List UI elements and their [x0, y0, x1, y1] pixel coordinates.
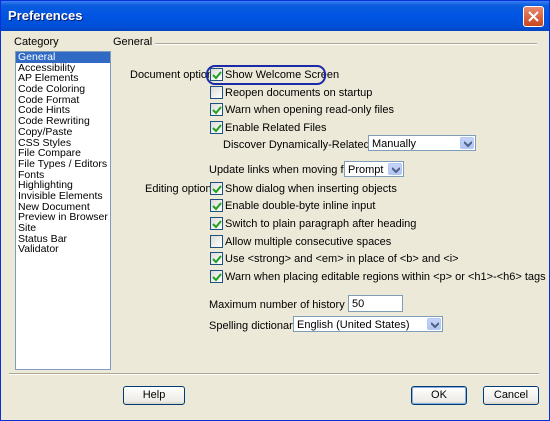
title-bar[interactable]: Preferences: [1, 1, 549, 31]
dropdown-button[interactable]: [388, 163, 402, 175]
discover-dropdown[interactable]: Manually: [368, 135, 476, 151]
highlight-ellipse: [206, 65, 326, 85]
category-item[interactable]: Validator: [16, 244, 110, 255]
panel-heading: General: [113, 36, 153, 48]
window-title: Preferences: [8, 8, 83, 23]
related-files-checkbox[interactable]: [210, 121, 223, 134]
bottom-divider: [9, 373, 539, 375]
update-links-label: Update links when moving files:: [209, 164, 364, 176]
help-button[interactable]: Help: [123, 386, 185, 405]
editing-options-label: Editing options:: [145, 183, 221, 195]
spelling-value: English (United States): [297, 319, 410, 331]
show-dialog-checkbox[interactable]: [210, 182, 223, 195]
show-dialog-label: Show dialog when inserting objects: [225, 183, 397, 195]
dropdown-button[interactable]: [427, 318, 441, 330]
category-item[interactable]: Copy/Paste: [16, 127, 110, 138]
category-list[interactable]: General Accessibility AP Elements Code Colo…: [15, 51, 111, 370]
warn-editable-label: Warn when placing editable regions withi…: [225, 271, 546, 283]
chevron-down-icon: [464, 141, 472, 147]
close-icon: [528, 11, 539, 22]
history-input[interactable]: 50: [348, 295, 403, 312]
ok-button[interactable]: OK: [411, 386, 467, 405]
spelling-label: Spelling dictionary:: [209, 320, 302, 332]
history-value: 50: [352, 298, 365, 310]
double-byte-checkbox[interactable]: [210, 199, 223, 212]
checkmark-icon: [212, 273, 222, 282]
close-button[interactable]: [523, 6, 544, 27]
double-byte-label: Enable double-byte inline input: [225, 200, 376, 212]
plain-paragraph-checkbox[interactable]: [210, 217, 223, 230]
heading-divider: [155, 43, 537, 45]
strong-em-checkbox[interactable]: [210, 252, 223, 265]
dialog-body: Category General Accessibility AP Elements…: [5, 31, 546, 416]
checkmark-icon: [212, 106, 222, 115]
multiple-spaces-checkbox[interactable]: [210, 235, 223, 248]
checkmark-icon: [212, 255, 222, 264]
dropdown-button[interactable]: [460, 137, 474, 149]
checkmark-icon: [212, 185, 222, 194]
multiple-spaces-label: Allow multiple consecutive spaces: [225, 236, 392, 248]
reopen-docs-label: Reopen documents on startup: [225, 87, 373, 99]
warn-readonly-label: Warn when opening read-only files: [225, 104, 394, 116]
update-links-value: Prompt: [348, 164, 384, 176]
chevron-down-icon: [431, 322, 439, 328]
checkmark-icon: [212, 220, 222, 229]
checkmark-icon: [212, 124, 222, 133]
chevron-down-icon: [392, 167, 400, 173]
cancel-button[interactable]: Cancel: [483, 386, 539, 405]
related-files-label: Enable Related Files: [225, 122, 327, 134]
warn-readonly-checkbox[interactable]: [210, 103, 223, 116]
strong-em-label: Use <strong> and <em> in place of <b> an…: [225, 253, 459, 265]
category-item[interactable]: File Types / Editors: [16, 159, 110, 170]
update-links-dropdown[interactable]: Prompt: [344, 161, 404, 177]
checkmark-icon: [212, 202, 222, 211]
spelling-dropdown[interactable]: English (United States): [293, 316, 443, 332]
category-label: Category: [14, 36, 59, 48]
discover-value: Manually: [372, 138, 417, 150]
warn-editable-checkbox[interactable]: [210, 270, 223, 283]
preferences-window: Preferences Category General Accessibilit…: [0, 0, 550, 421]
reopen-docs-checkbox[interactable]: [210, 86, 223, 99]
plain-paragraph-label: Switch to plain paragraph after heading: [225, 218, 417, 230]
